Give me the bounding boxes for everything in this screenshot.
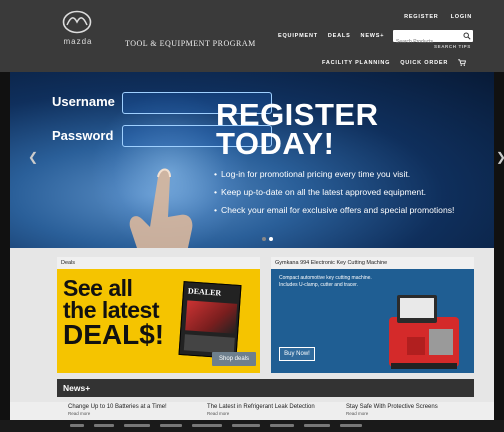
sub-nav: FACILITY PLANNING QUICK ORDER: [322, 59, 467, 66]
footer-link[interactable]: [340, 424, 362, 427]
register-link[interactable]: REGISTER: [404, 14, 439, 20]
read-more-link[interactable]: Read more: [68, 411, 167, 416]
nav-equipment[interactable]: EQUIPMENT: [278, 33, 318, 39]
deals-headline: See all the latest DEAL$!: [63, 277, 164, 349]
catalog-title: DEALER: [187, 286, 222, 298]
deals-line1: See all: [63, 275, 133, 301]
dealer-catalog-image: DEALER: [178, 281, 242, 359]
search-tips-link[interactable]: SEARCH TIPS: [434, 44, 471, 49]
carousel-dot[interactable]: [262, 237, 266, 241]
footer-links: [70, 424, 362, 427]
nav-facility-planning[interactable]: FACILITY PLANNING: [322, 60, 390, 66]
deals-line3: DEAL$!: [63, 319, 165, 350]
hero-bullets: Log-in for promotional pricing every tim…: [214, 169, 454, 223]
news-item[interactable]: Change Up to 10 Batteries at a Time! Rea…: [68, 404, 167, 416]
nav-news[interactable]: NEWS+: [361, 33, 385, 39]
search-icon[interactable]: [463, 32, 471, 40]
news-item[interactable]: The Latest in Refrigerant Leak Detection…: [207, 404, 315, 416]
machine-banner[interactable]: Compact automotive key cutting machine. …: [271, 269, 474, 373]
footer-link[interactable]: [94, 424, 114, 427]
hero-bullet: Keep up-to-date on all the latest approv…: [214, 187, 454, 197]
register-today-title: REGISTER TODAY!: [216, 97, 379, 161]
hero-banner[interactable]: Username Password REGISTER TODAY! Log-in…: [10, 72, 494, 248]
buy-now-button[interactable]: Buy Now!: [279, 347, 315, 361]
carousel-dots: [262, 237, 273, 241]
machine-card-title: Gymkana 994 Electronic Key Cutting Machi…: [271, 257, 474, 269]
main-nav: EQUIPMENT DEALS NEWS+: [278, 33, 384, 39]
news-item-title[interactable]: The Latest in Refrigerant Leak Detection: [207, 404, 315, 410]
mazda-logo[interactable]: mazda: [55, 10, 105, 50]
hero-bullet: Log-in for promotional pricing every tim…: [214, 169, 454, 179]
pointing-hand-image: [129, 168, 193, 248]
key-cutting-machine-image: [389, 295, 459, 369]
news-list: Change Up to 10 Batteries at a Time! Rea…: [10, 402, 494, 420]
cart-icon[interactable]: [458, 59, 467, 66]
carousel-dot-active[interactable]: [269, 237, 273, 241]
catalog-cover-photo: [185, 300, 238, 334]
footer-link[interactable]: [124, 424, 150, 427]
mazda-emblem-icon: [62, 10, 92, 34]
content-area: Deals See all the latest DEAL$! DEALER S…: [10, 248, 494, 402]
news-heading: News+: [57, 379, 474, 397]
footer-bar: [0, 420, 504, 432]
deals-card[interactable]: Deals See all the latest DEAL$! DEALER S…: [57, 257, 260, 373]
nav-deals[interactable]: DEALS: [328, 33, 351, 39]
carousel-next-icon[interactable]: ❯: [496, 150, 504, 164]
hero-bullet: Check your email for exclusive offers an…: [214, 205, 454, 215]
deals-card-title: Deals: [57, 257, 260, 269]
machine-description: Compact automotive key cutting machine. …: [279, 275, 372, 288]
mazda-wordmark: mazda: [63, 37, 93, 46]
site-header: mazda TOOL & EQUIPMENT PROGRAM REGISTER …: [0, 0, 504, 72]
footer-link[interactable]: [304, 424, 330, 427]
news-item-title[interactable]: Change Up to 10 Batteries at a Time!: [68, 404, 167, 410]
search-box: [393, 30, 473, 48]
footer-link[interactable]: [160, 424, 182, 427]
machine-card[interactable]: Gymkana 994 Electronic Key Cutting Machi…: [271, 257, 474, 373]
username-label: Username: [52, 94, 115, 109]
footer-link[interactable]: [232, 424, 260, 427]
footer-link[interactable]: [270, 424, 294, 427]
read-more-link[interactable]: Read more: [346, 411, 438, 416]
deals-line2: the latest: [63, 297, 159, 323]
password-label: Password: [52, 128, 114, 143]
login-link[interactable]: LOGIN: [451, 14, 472, 20]
catalog-strip: [183, 334, 235, 354]
footer-link[interactable]: [192, 424, 222, 427]
deals-banner[interactable]: See all the latest DEAL$! DEALER Shop de…: [57, 269, 260, 373]
nav-quick-order[interactable]: QUICK ORDER: [400, 60, 448, 66]
hero-title-line2: TODAY!: [216, 126, 335, 161]
read-more-link[interactable]: Read more: [207, 411, 315, 416]
shop-deals-button[interactable]: Shop deals: [212, 352, 256, 366]
program-title: TOOL & EQUIPMENT PROGRAM: [125, 39, 256, 48]
news-item-title[interactable]: Stay Safe With Protective Screens: [346, 404, 438, 410]
hero-title-line1: REGISTER: [216, 97, 379, 132]
news-item[interactable]: Stay Safe With Protective Screens Read m…: [346, 404, 438, 416]
footer-link[interactable]: [70, 424, 84, 427]
account-links: REGISTER LOGIN: [404, 14, 472, 20]
carousel-prev-icon[interactable]: ❮: [28, 150, 38, 164]
